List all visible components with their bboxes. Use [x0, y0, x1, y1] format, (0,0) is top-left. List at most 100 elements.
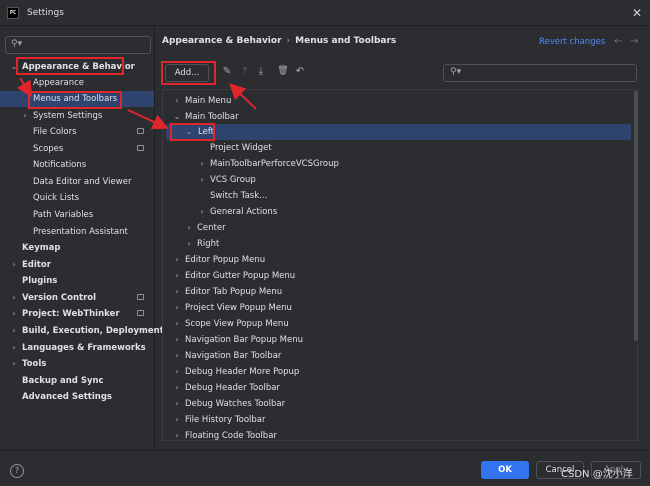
tree-row-label: Center: [197, 223, 226, 233]
chevron-right-icon: ›: [12, 293, 16, 302]
tree-row-file-history-toolbar[interactable]: › File History Toolbar: [163, 412, 629, 428]
actions-search-input[interactable]: ⚲▾: [443, 64, 637, 82]
tree-row-debug-header-toolbar[interactable]: › Debug Header Toolbar: [163, 380, 629, 396]
tree-row-label: File History Toolbar: [185, 415, 266, 425]
sidebar-item-editor[interactable]: › Editor: [0, 257, 154, 273]
sidebar-item-appearance-behavior[interactable]: ⌄ Appearance & Behavior: [0, 59, 154, 75]
chevron-right-icon: ›: [175, 319, 179, 328]
project-scope-icon: [137, 128, 144, 134]
sidebar-item-advanced-settings[interactable]: Advanced Settings: [0, 389, 154, 405]
sidebar-item-languages[interactable]: › Languages & Frameworks: [0, 340, 154, 356]
sidebar-item-tools[interactable]: › Tools: [0, 356, 154, 372]
chevron-right-icon: ›: [175, 399, 179, 408]
sidebar-item-label: Appearance: [33, 78, 85, 88]
chevron-right-icon: ›: [12, 326, 16, 335]
tree-row-left[interactable]: ⌄ Left: [166, 124, 631, 140]
edit-icon[interactable]: ✎: [221, 66, 233, 80]
sidebar-item-system-settings[interactable]: › System Settings: [0, 108, 154, 124]
sidebar-item-label: Path Variables: [33, 210, 94, 220]
sidebar-item-file-colors[interactable]: File Colors: [0, 124, 154, 140]
sidebar-item-presentation-assistant[interactable]: Presentation Assistant: [0, 224, 154, 240]
sidebar-item-label: Advanced Settings: [22, 392, 112, 402]
sidebar-item-project[interactable]: › Project: WebThinker: [0, 306, 154, 322]
sidebar-item-backup-sync[interactable]: Backup and Sync: [0, 373, 154, 389]
tree-row-label: VCS Group: [210, 175, 256, 185]
delete-icon[interactable]: 🗑: [277, 66, 289, 80]
tree-row-project-widget[interactable]: Project Widget: [163, 140, 629, 156]
chevron-right-icon: ›: [12, 309, 16, 318]
tree-scrollbar[interactable]: [634, 91, 638, 341]
tree-row-perforce-group[interactable]: › MainToolbarPerforceVCSGroup: [163, 156, 629, 172]
tree-row-scope-view-popup[interactable]: › Scope View Popup Menu: [163, 316, 629, 332]
tree-row-label: Project Widget: [210, 143, 272, 153]
tree-row-editor-gutter-popup[interactable]: › Editor Gutter Popup Menu: [163, 268, 629, 284]
actions-toolbar: Add... ✎ ⤒ ⤓ 🗑 ↶ ⚲▾: [162, 62, 638, 86]
chevron-right-icon: ›: [187, 223, 191, 232]
actions-tree: › Main Menu ⌄ Main Toolbar ⌄ Left Projec…: [162, 89, 638, 441]
sidebar-item-label: Scopes: [33, 144, 64, 154]
add-button[interactable]: Add...: [165, 64, 209, 82]
sidebar-item-label: Notifications: [33, 160, 87, 170]
move-up-icon[interactable]: ⤒: [239, 66, 251, 80]
sidebar-item-menus-toolbars[interactable]: Menus and Toolbars: [0, 91, 154, 107]
chevron-right-icon: ›: [175, 431, 179, 440]
tree-row-debug-watches-toolbar[interactable]: › Debug Watches Toolbar: [163, 396, 629, 412]
settings-search-input[interactable]: ⚲▾: [5, 36, 151, 54]
tree-row-editor-tab-popup[interactable]: › Editor Tab Popup Menu: [163, 284, 629, 300]
sidebar-item-notifications[interactable]: Notifications: [0, 157, 154, 173]
chevron-right-icon: ›: [23, 111, 27, 120]
tree-row-right[interactable]: › Right: [163, 236, 629, 252]
sidebar-item-quick-lists[interactable]: Quick Lists: [0, 190, 154, 206]
chevron-right-icon: ›: [175, 351, 179, 360]
revert-changes-link[interactable]: Revert changes: [539, 37, 605, 47]
tree-row-debug-header-more[interactable]: › Debug Header More Popup: [163, 364, 629, 380]
tree-row-label: Debug Watches Toolbar: [185, 399, 286, 409]
tree-row-label: MainToolbarPerforceVCSGroup: [210, 159, 339, 169]
tree-row-label: General Actions: [210, 207, 278, 217]
ok-button[interactable]: OK: [481, 461, 529, 479]
sidebar-item-data-editor[interactable]: Data Editor and Viewer: [0, 174, 154, 190]
forward-arrow-icon[interactable]: →: [630, 36, 638, 47]
breadcrumb-current: Menus and Toolbars: [295, 36, 397, 46]
back-arrow-icon[interactable]: ←: [614, 36, 622, 47]
sidebar-item-build[interactable]: › Build, Execution, Deployment: [0, 323, 163, 339]
restore-icon[interactable]: ↶: [294, 66, 306, 80]
tree-row-editor-popup[interactable]: › Editor Popup Menu: [163, 252, 629, 268]
sidebar-item-scopes[interactable]: Scopes: [0, 141, 154, 157]
sidebar-item-plugins[interactable]: Plugins: [0, 273, 154, 289]
tree-row-main-menu[interactable]: › Main Menu: [163, 93, 629, 109]
chevron-right-icon: ›: [175, 96, 179, 105]
breadcrumb: Appearance & Behavior › Menus and Toolbars: [162, 36, 396, 46]
tree-row-switch-task[interactable]: Switch Task...: [163, 188, 629, 204]
dialog-footer: ? OK Cancel Apply: [0, 450, 650, 486]
tree-row-main-toolbar[interactable]: ⌄ Main Toolbar: [163, 109, 629, 125]
tree-row-nav-bar-popup[interactable]: › Navigation Bar Popup Menu: [163, 332, 629, 348]
sidebar-item-appearance[interactable]: Appearance: [0, 75, 154, 91]
sidebar-item-path-variables[interactable]: Path Variables: [0, 207, 154, 223]
close-icon[interactable]: ✕: [632, 6, 642, 20]
chevron-right-icon: ›: [200, 159, 204, 168]
tree-row-floating-code-toolbar[interactable]: › Floating Code Toolbar: [163, 428, 629, 440]
sidebar-item-label: Plugins: [22, 276, 58, 286]
help-icon[interactable]: ?: [10, 464, 24, 478]
sidebar-item-label: Build, Execution, Deployment: [22, 326, 164, 336]
sidebar-item-label: Tools: [22, 359, 47, 369]
sidebar-item-keymap[interactable]: Keymap: [0, 240, 154, 256]
tree-row-project-view-popup[interactable]: › Project View Popup Menu: [163, 300, 629, 316]
tree-row-nav-bar-toolbar[interactable]: › Navigation Bar Toolbar: [163, 348, 629, 364]
chevron-right-icon: ›: [175, 367, 179, 376]
tree-row-vcs-group[interactable]: › VCS Group: [163, 172, 629, 188]
tree-row-label: Main Menu: [185, 96, 232, 106]
sidebar-item-version-control[interactable]: › Version Control: [0, 290, 154, 306]
move-down-icon[interactable]: ⤓: [255, 66, 267, 80]
sidebar-item-label: Languages & Frameworks: [22, 343, 146, 353]
project-scope-icon: [137, 294, 144, 300]
chevron-right-icon: ›: [175, 287, 179, 296]
tree-row-label: Debug Header Toolbar: [185, 383, 280, 393]
breadcrumb-parent[interactable]: Appearance & Behavior: [162, 36, 282, 46]
tree-row-label: Editor Tab Popup Menu: [185, 287, 283, 297]
tree-row-center[interactable]: › Center: [163, 220, 629, 236]
chevron-down-icon: ⌄: [173, 112, 181, 121]
sidebar-item-label: Editor: [22, 260, 51, 270]
tree-row-general-actions[interactable]: › General Actions: [163, 204, 629, 220]
